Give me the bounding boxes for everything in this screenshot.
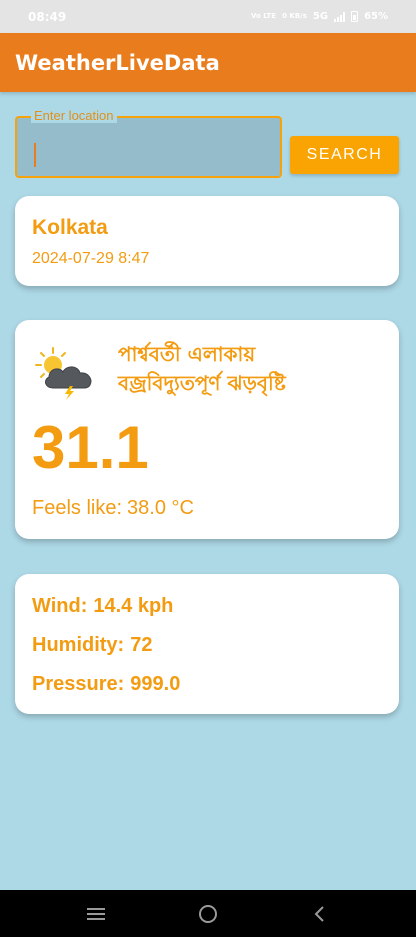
menu-icon: [87, 907, 105, 920]
humidity-row: Humidity: 72: [32, 634, 152, 657]
city-name: Kolkata: [32, 216, 108, 239]
search-button[interactable]: SEARCH: [290, 136, 399, 174]
current-weather-card: পার্শ্ববর্তী এলাকায় বজ্রবিদ্যুতপূর্ণ ঝড…: [15, 320, 399, 539]
status-icons: Vo LTE 0 KB/s 5G 65%: [251, 11, 388, 22]
pressure-label: Pressure:: [32, 673, 125, 695]
volte-indicator: Vo LTE: [250, 12, 277, 20]
status-time: 08:49: [28, 9, 67, 24]
status-bar: 08:49 Vo LTE 0 KB/s 5G 65%: [0, 0, 416, 33]
app-title: WeatherLiveData: [15, 50, 220, 75]
battery-percent: 65%: [364, 11, 388, 22]
weather-condition: পার্শ্ববর্তী এলাকায় বজ্রবিদ্যুতপূর্ণ ঝড…: [118, 340, 378, 398]
location-search-field[interactable]: Enter location: [15, 108, 282, 178]
back-chevron-icon: [314, 905, 324, 922]
feels-like-value: 38.0 °C: [127, 497, 194, 519]
system-navigation-bar: [0, 890, 416, 937]
pressure-value: 999.0: [130, 673, 181, 695]
thunderstorm-sun-icon: [35, 347, 92, 400]
wind-row: Wind: 14.4 kph: [32, 595, 173, 618]
signal-icon: [334, 11, 346, 22]
text-cursor: [34, 143, 36, 167]
location-input[interactable]: [31, 132, 271, 162]
local-datetime: 2024-07-29 8:47: [32, 250, 150, 267]
wind-value: 14.4 kph: [93, 595, 174, 617]
network-speed: 0 KB/s: [282, 12, 307, 20]
temperature-value: 31.1: [32, 414, 149, 481]
weather-condition-line-2: বজ্রবিদ্যুতপূর্ণ ঝড়বৃষ্টি: [118, 371, 286, 395]
app-bar: WeatherLiveData: [0, 33, 416, 92]
search-field-label: Enter location: [31, 108, 117, 123]
recent-apps-button[interactable]: [76, 894, 116, 934]
feels-like: Feels like: 38.0 °C: [32, 497, 194, 520]
wind-label: Wind:: [32, 595, 88, 617]
battery-icon: [351, 11, 359, 22]
humidity-value: 72: [130, 634, 153, 656]
location-card: Kolkata 2024-07-29 8:47: [15, 196, 399, 286]
back-button[interactable]: [300, 894, 340, 934]
humidity-label: Humidity:: [32, 634, 125, 656]
weather-condition-line-1: পার্শ্ববর্তী এলাকায়: [118, 342, 256, 366]
network-type: 5G: [312, 11, 329, 22]
pressure-row: Pressure: 999.0: [32, 673, 180, 696]
feels-like-label: Feels like:: [32, 497, 123, 519]
home-circle-icon: [199, 904, 217, 923]
home-button[interactable]: [188, 894, 228, 934]
weather-details-card: Wind: 14.4 kph Humidity: 72 Pressure: 999.0: [15, 574, 399, 714]
